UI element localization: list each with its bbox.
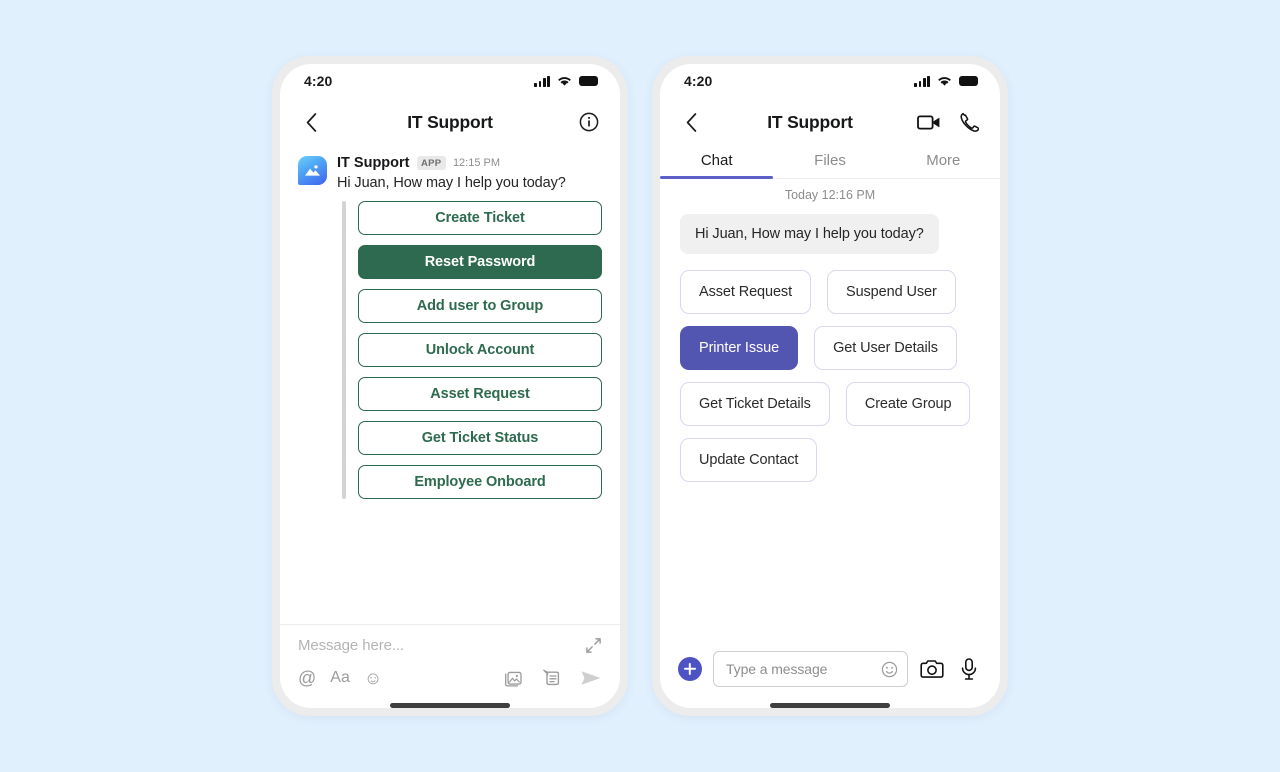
chip-row: Get Ticket Details Create Group xyxy=(680,382,980,426)
action-button-create-ticket[interactable]: Create Ticket xyxy=(358,200,602,235)
right-composer: Type a message xyxy=(660,651,1000,708)
right-status-time: 4:20 xyxy=(684,73,713,89)
app-badge: APP xyxy=(416,156,446,171)
right-conversation: Today 12:16 PM Hi Juan, How may I help y… xyxy=(660,179,1000,651)
left-conversation: IT Support APP 12:15 PM Hi Juan, How may… xyxy=(280,146,620,624)
battery-icon xyxy=(959,76,978,86)
back-icon[interactable] xyxy=(678,109,704,135)
sender-name: IT Support xyxy=(337,155,410,171)
app-image-icon xyxy=(298,156,327,185)
text-format-icon[interactable]: Aa xyxy=(330,670,350,686)
left-composer-attachments xyxy=(503,669,602,687)
emoji-smiley-icon[interactable]: ☺ xyxy=(364,669,382,687)
chip-row: Asset Request Suspend User xyxy=(680,270,980,314)
bot-message-text: Hi Juan, How may I help you today? xyxy=(337,174,566,191)
tab-more[interactable]: More xyxy=(887,146,1000,178)
message-input[interactable]: Type a message xyxy=(713,651,908,687)
wifi-icon xyxy=(937,76,952,87)
action-buttons: Create Ticket Reset Password Add user to… xyxy=(358,200,602,499)
chip-update-contact[interactable]: Update Contact xyxy=(680,438,818,482)
stage: 4:20 IT Support IT Support APP 12:15 PM … xyxy=(0,0,1280,772)
left-status-icons xyxy=(534,75,598,87)
page-title: IT Support xyxy=(407,111,493,132)
chip-printer-issue[interactable]: Printer Issue xyxy=(680,326,799,370)
message-input-placeholder[interactable]: Message here... xyxy=(298,637,404,654)
action-button-get-ticket-status[interactable]: Get Ticket Status xyxy=(358,420,602,455)
battery-icon xyxy=(579,76,598,86)
message-timestamp: 12:15 PM xyxy=(452,156,501,169)
right-status-icons xyxy=(914,75,978,87)
left-composer-toolbar: @ Aa ☺ xyxy=(298,669,602,687)
expand-arrows-icon[interactable] xyxy=(585,637,602,654)
action-list: Create Ticket Reset Password Add user to… xyxy=(298,200,602,499)
image-stack-icon[interactable] xyxy=(503,670,522,687)
left-composer: Message here... @ Aa ☺ xyxy=(280,624,620,708)
right-home-indicator xyxy=(770,703,890,708)
message-input-placeholder[interactable]: Type a message xyxy=(726,661,827,677)
send-arrow-icon[interactable] xyxy=(580,669,602,687)
cellular-signal-icon xyxy=(914,75,930,87)
video-camera-icon[interactable] xyxy=(916,109,942,135)
emoji-smiley-icon[interactable] xyxy=(881,661,898,678)
chip-row: Printer Issue Get User Details xyxy=(680,326,980,370)
tab-files[interactable]: Files xyxy=(773,146,886,178)
microphone-icon[interactable] xyxy=(956,656,982,682)
tab-bar: Chat Files More xyxy=(660,146,1000,179)
left-phone-screen: 4:20 IT Support IT Support APP 12:15 PM … xyxy=(280,64,620,708)
page-title: IT Support xyxy=(767,111,853,132)
bot-message: IT Support APP 12:15 PM Hi Juan, How may… xyxy=(298,146,602,191)
left-composer-input-row[interactable]: Message here... xyxy=(298,637,602,654)
action-list-rail xyxy=(342,200,346,499)
bot-bubble-row: Hi Juan, How may I help you today? xyxy=(680,214,980,254)
bot-message-meta: IT Support APP 12:15 PM xyxy=(337,156,602,171)
chip-create-group[interactable]: Create Group xyxy=(845,382,971,426)
left-phone-frame: 4:20 IT Support IT Support APP 12:15 PM … xyxy=(272,56,628,716)
right-phone-screen: 4:20 IT Support Chat Files More Today 12… xyxy=(660,64,1000,708)
bot-message-body: IT Support APP 12:15 PM Hi Juan, How may… xyxy=(337,156,602,191)
left-composer-tools: @ Aa ☺ xyxy=(298,669,382,687)
plus-circle-icon[interactable] xyxy=(678,657,702,681)
action-button-add-user-to-group[interactable]: Add user to Group xyxy=(358,288,602,323)
right-composer-row: Type a message xyxy=(678,651,982,687)
camera-icon[interactable] xyxy=(919,656,945,682)
action-button-unlock-account[interactable]: Unlock Account xyxy=(358,332,602,367)
right-phone-frame: 4:20 IT Support Chat Files More Today 12… xyxy=(652,56,1008,716)
sticker-note-icon[interactable] xyxy=(542,669,560,687)
left-header: IT Support xyxy=(280,98,620,146)
action-button-reset-password[interactable]: Reset Password xyxy=(358,244,602,279)
chip-get-user-details[interactable]: Get User Details xyxy=(814,326,957,370)
back-icon[interactable] xyxy=(298,109,324,135)
chip-asset-request[interactable]: Asset Request xyxy=(680,270,811,314)
action-button-employee-onboard[interactable]: Employee Onboard xyxy=(358,464,602,499)
left-status-bar: 4:20 xyxy=(280,64,620,98)
left-status-time: 4:20 xyxy=(304,73,333,89)
wifi-icon xyxy=(557,76,572,87)
day-timestamp: Today 12:16 PM xyxy=(784,188,876,202)
chip-get-ticket-details[interactable]: Get Ticket Details xyxy=(680,382,830,426)
action-button-asset-request[interactable]: Asset Request xyxy=(358,376,602,411)
tab-chat[interactable]: Chat xyxy=(660,146,774,179)
quick-reply-chips: Asset Request Suspend User Printer Issue… xyxy=(680,270,980,482)
at-sign-icon[interactable]: @ xyxy=(298,669,316,687)
chip-row: Update Contact xyxy=(680,438,980,482)
left-home-indicator xyxy=(390,703,510,708)
right-header: IT Support xyxy=(660,98,1000,146)
info-circle-icon[interactable] xyxy=(576,109,602,135)
right-status-bar: 4:20 xyxy=(660,64,1000,98)
chip-suspend-user[interactable]: Suspend User xyxy=(827,270,956,314)
cellular-signal-icon xyxy=(534,75,550,87)
phone-handset-icon[interactable] xyxy=(956,109,982,135)
bot-bubble: Hi Juan, How may I help you today? xyxy=(680,214,939,254)
